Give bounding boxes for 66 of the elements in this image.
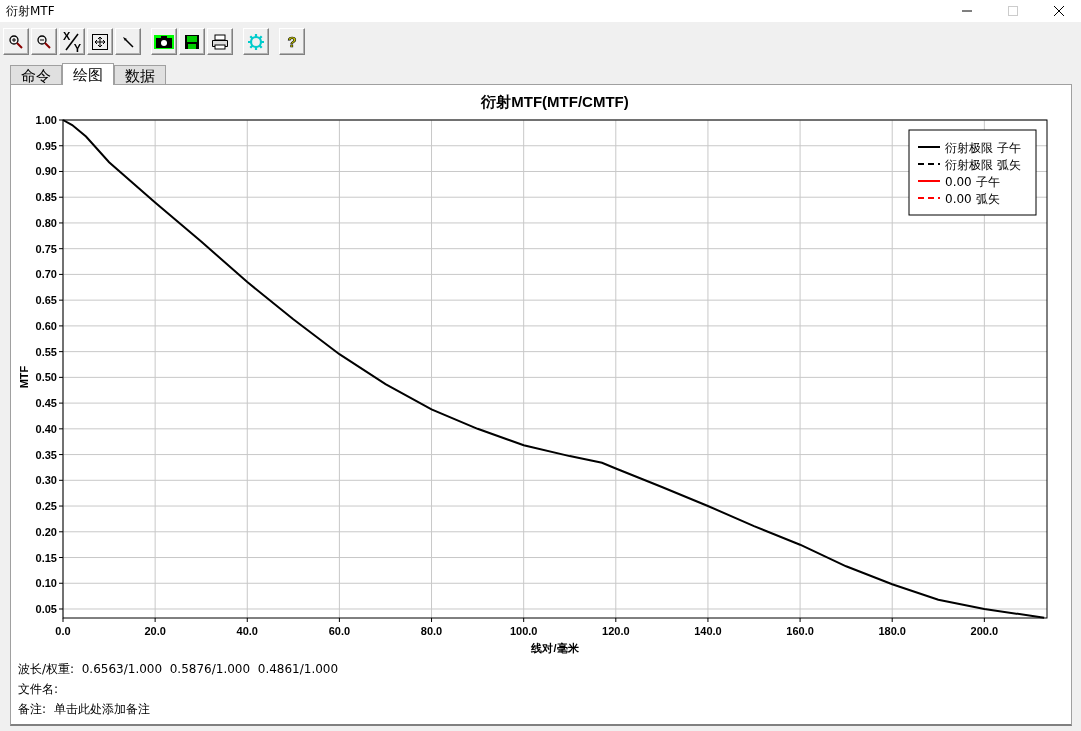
swap-axes-button[interactable]: X Y: [59, 28, 85, 55]
zoom-in-icon: [8, 33, 24, 50]
y-tick-label: 0.70: [35, 268, 57, 281]
legend-label: 0.00 子午: [945, 175, 1000, 189]
info-text: 文件名:: [18, 681, 60, 698]
legend-label: 衍射极限 子午: [945, 141, 1021, 155]
x-tick-label: 200.0: [970, 625, 999, 637]
info-text: 备注: 单击此处添加备注: [18, 701, 151, 718]
tab[interactable]: 绘图: [62, 63, 114, 85]
tab[interactable]: 数据: [114, 65, 166, 85]
x-tick-label: 0.0: [55, 625, 71, 637]
y-tick-label: 0.30: [35, 474, 57, 487]
slash-icon: [63, 31, 81, 52]
window-title: 衍射MTF: [6, 2, 55, 20]
x-tick-label: 80.0: [420, 625, 443, 637]
y-tick-label: 0.50: [35, 371, 57, 384]
print-button[interactable]: [207, 28, 233, 55]
printer-icon: [211, 33, 229, 50]
x-tick-label: 120.0: [602, 625, 630, 637]
x-axis-label: 线对/毫米: [531, 642, 579, 654]
legend-line-icon: [917, 197, 941, 199]
legend-label: 0.00 弧矢: [945, 192, 1000, 206]
fit-button[interactable]: [87, 28, 113, 55]
pointer-button[interactable]: [115, 28, 141, 55]
info-text: 波长/权重: 0.6563/1.000 0.5876/1.000 0.4861/1.000: [18, 661, 340, 678]
camera-button[interactable]: [151, 28, 177, 55]
y-tick-label: 0.20: [35, 525, 57, 538]
y-axis-label: MTF: [18, 365, 30, 389]
y-tick-label: 0.45: [35, 397, 57, 410]
fit-arrows-icon: [91, 32, 109, 51]
y-tick-label: 0.90: [35, 165, 57, 178]
x-tick-label: 160.0: [786, 625, 814, 637]
legend-label: 衍射极限 弧矢: [945, 158, 1021, 172]
settings-icon: [247, 32, 265, 51]
y-tick-label: 0.35: [35, 448, 57, 461]
x-tick-label: 60.0: [328, 625, 351, 637]
y-tick-label: 0.55: [35, 345, 57, 358]
y-tick-label: 0.10: [35, 577, 57, 590]
settings-button[interactable]: [243, 28, 269, 55]
x-tick-label: 40.0: [236, 625, 258, 637]
x-tick-label: 180.0: [878, 625, 906, 637]
zoom-out-icon: [36, 33, 52, 50]
y-tick-label: 0.05: [35, 603, 57, 615]
close-icon[interactable]: [1053, 5, 1065, 17]
y-tick-label: 0.65: [35, 294, 57, 307]
legend-line-icon: [917, 180, 941, 182]
y-tick-label: 0.85: [35, 191, 57, 204]
y-tick-label: 0.40: [35, 422, 57, 435]
save-button[interactable]: [179, 28, 205, 55]
y-tick-label: 0.75: [35, 242, 57, 255]
y-tick-label: 0.95: [35, 139, 57, 152]
y-tick-label: 0.15: [35, 551, 57, 564]
y-tick-label: 0.80: [35, 216, 57, 229]
x-tick-label: 100.0: [509, 625, 538, 637]
camera-icon: [154, 33, 174, 50]
chart-title: 衍射MTF(MTF/CMTF): [481, 93, 629, 110]
x-tick-label: 140.0: [694, 625, 722, 637]
zoom-out-button[interactable]: [31, 28, 57, 55]
tab[interactable]: 命令: [10, 65, 62, 85]
legend-line-icon: [917, 163, 941, 165]
y-tick-label: 0.25: [35, 500, 57, 513]
legend-line-icon: [917, 146, 941, 148]
zoom-in-button[interactable]: [3, 28, 29, 55]
x-tick-label: 20.0: [144, 625, 166, 637]
y-tick-label: 0.60: [35, 319, 57, 332]
y-tick-label: 1.00: [35, 114, 57, 126]
